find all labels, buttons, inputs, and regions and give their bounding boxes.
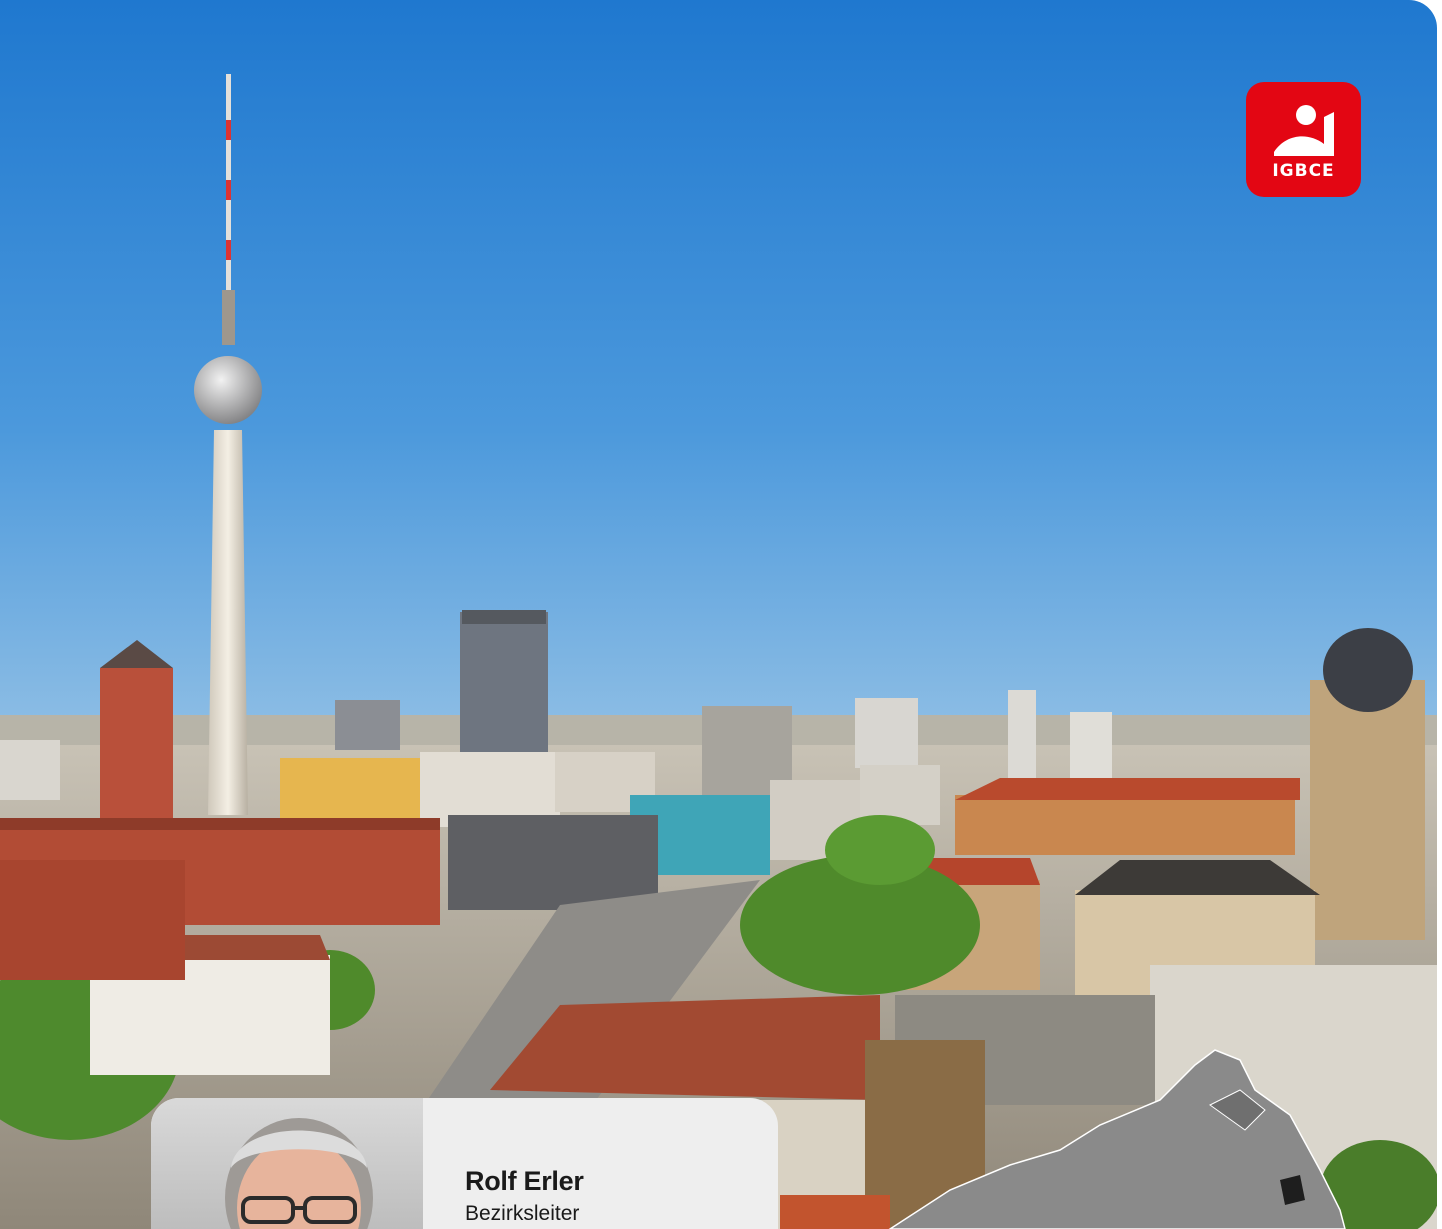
- igbce-logo[interactable]: IGBCE: [1246, 82, 1361, 197]
- hero-image: [0, 0, 1437, 1229]
- contact-role: Bezirksleiter: [465, 1202, 580, 1225]
- avatar: [151, 1098, 423, 1229]
- berlin-skyline-photo: [0, 0, 1437, 1229]
- logo-text: IGBCE: [1272, 161, 1335, 181]
- contact-card: Rolf Erler Bezirksleiter: [151, 1098, 778, 1229]
- person-portrait: [225, 1118, 373, 1229]
- contact-name: Rolf Erler: [465, 1166, 584, 1196]
